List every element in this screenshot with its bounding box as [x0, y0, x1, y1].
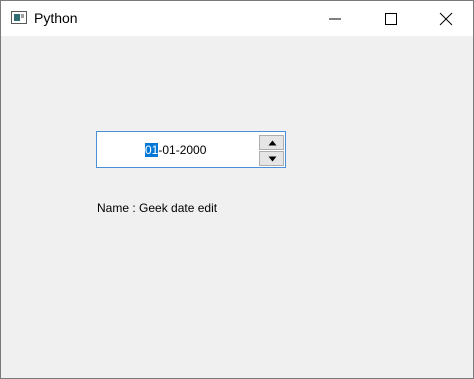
date-edit-field[interactable]: 01-01-2000	[96, 131, 286, 168]
arrow-up-icon	[268, 140, 277, 146]
minimize-icon	[329, 18, 341, 20]
python-window-icon	[11, 11, 27, 24]
name-label: Name : Geek date edit	[97, 201, 218, 215]
maximize-icon	[385, 13, 397, 25]
minimize-button[interactable]	[312, 1, 358, 36]
title-bar[interactable]: Python	[1, 1, 473, 36]
app-window: Python 01-01-2000 Name: Geek date edit	[0, 0, 474, 379]
maximize-button[interactable]	[368, 1, 414, 36]
spin-up-button[interactable]	[259, 135, 284, 150]
window-title: Python	[34, 10, 78, 26]
date-day-selected[interactable]: 01	[145, 143, 159, 157]
close-button[interactable]	[423, 1, 469, 36]
date-edit-value[interactable]: 01-01-2000	[145, 143, 206, 157]
spin-down-button[interactable]	[259, 151, 284, 166]
date-rest[interactable]: -01-2000	[158, 143, 206, 157]
arrow-down-icon	[268, 156, 277, 162]
close-icon	[439, 12, 453, 26]
